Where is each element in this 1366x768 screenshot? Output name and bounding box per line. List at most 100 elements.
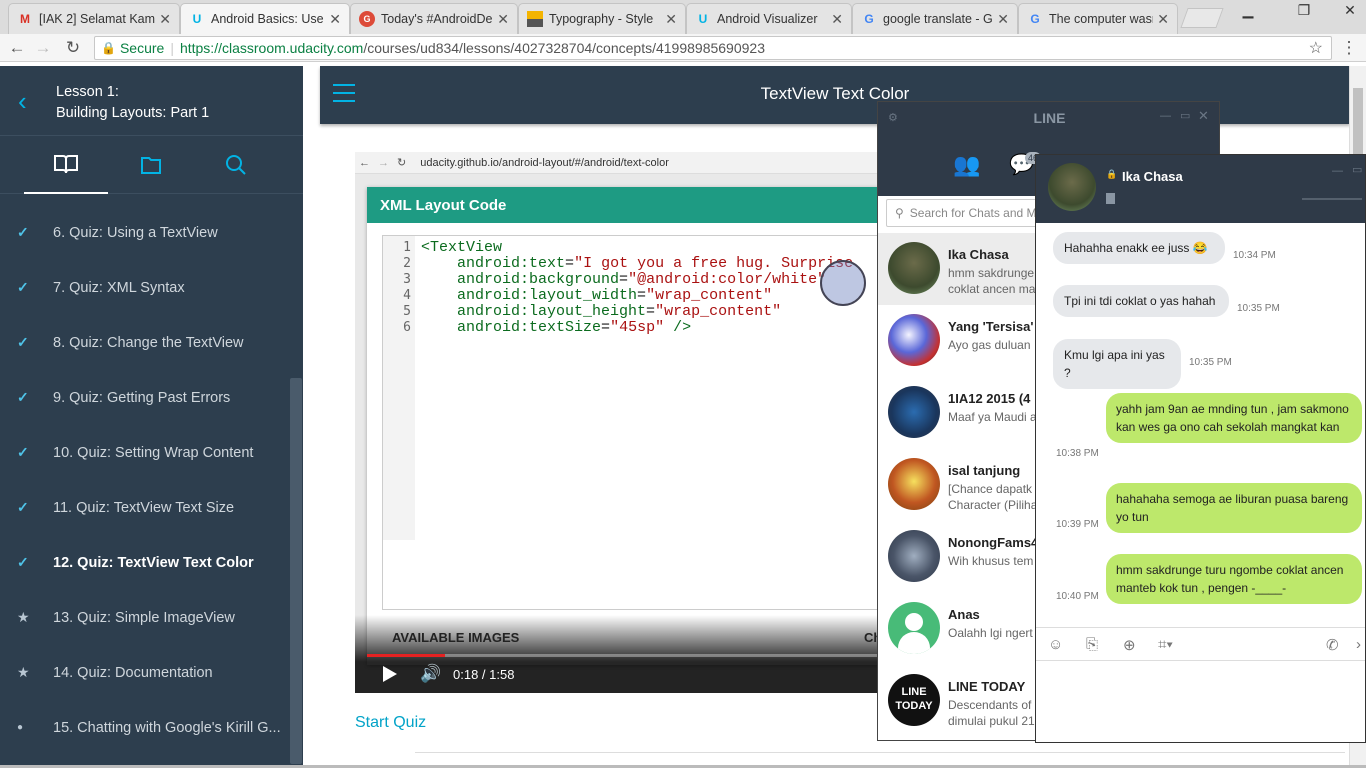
- call-icon[interactable]: ✆: [1326, 636, 1339, 654]
- avatar: [888, 530, 940, 582]
- sidebar-item-lesson[interactable]: ★ 14. Quiz: Documentation: [0, 645, 290, 700]
- more-icon[interactable]: ›: [1356, 636, 1361, 653]
- sidebar-item-lesson[interactable]: ★ 13. Quiz: Simple ImageView: [0, 590, 290, 645]
- sidebar-item-lesson[interactable]: ✓ 7. Quiz: XML Syntax: [0, 260, 290, 315]
- screenshot-icon[interactable]: ⌗▾: [1158, 636, 1173, 653]
- close-icon[interactable]: ✕: [159, 11, 171, 28]
- progress-fill: [367, 654, 446, 657]
- reload-icon[interactable]: ↻: [62, 38, 84, 58]
- bookmark-star-icon[interactable]: ☆: [1309, 38, 1323, 58]
- chat-bubble-sent: hahahaha semoga ae liburan puasa bareng …: [1106, 483, 1362, 533]
- sidebar-header: ‹ Lesson 1: Building Layouts: Part 1: [0, 66, 303, 136]
- browser-tab[interactable]: M [IAK 2] Selamat Kam ✕: [8, 3, 180, 34]
- close-icon[interactable]: ✕: [497, 11, 509, 28]
- book-icon: [54, 155, 78, 174]
- search-icon: ⚲: [895, 206, 904, 220]
- browser-tab[interactable]: G google translate - G ✕: [852, 3, 1018, 34]
- sidebar-item-lesson[interactable]: ✓ 10. Quiz: Setting Wrap Content: [0, 425, 290, 480]
- forward-icon[interactable]: →: [32, 38, 54, 58]
- restore-icon[interactable]: ❐: [1288, 0, 1320, 20]
- check-icon: ✓: [17, 389, 29, 405]
- minimize-icon[interactable]: —: [1160, 110, 1171, 122]
- star-icon: ★: [17, 664, 30, 680]
- xml-layout-panel: XML Layout Code 123456 <TextView android…: [367, 187, 880, 665]
- address-bar[interactable]: 🔒 Secure | https://classroom.udacity.com…: [94, 36, 1332, 60]
- tab-resources[interactable]: [109, 136, 193, 194]
- close-icon[interactable]: ✕: [329, 11, 341, 28]
- sidebar-item-lesson[interactable]: ✓ 6. Quiz: Using a TextView: [0, 205, 290, 260]
- avatar: [888, 386, 940, 438]
- chat-preview: Descendants of dimulai pukul 21: [948, 697, 1038, 729]
- browser-toolbar: ← → ↻ 🔒 Secure | https://classroom.udaci…: [0, 34, 1366, 62]
- play-icon[interactable]: [383, 666, 397, 682]
- back-chevron-icon[interactable]: ‹: [18, 86, 27, 117]
- chat-toolbar: ☺ ⎘ ⊕ ⌗▾ ✆ ›: [1036, 627, 1365, 661]
- back-icon[interactable]: ←: [6, 38, 28, 58]
- transparency-slider[interactable]: [1302, 198, 1362, 200]
- browser-tab[interactable]: G Today's #AndroidDe ✕: [350, 3, 518, 34]
- sidebar-item-lesson[interactable]: ✓ 11. Quiz: TextView Text Size: [0, 480, 290, 535]
- browser-tab-active[interactable]: U Android Basics: Use ✕: [180, 3, 350, 34]
- new-tab-button[interactable]: [1180, 8, 1224, 28]
- chat-name: 1IA12 2015 (4: [948, 391, 1031, 406]
- chat-bubble-received: Hahahha enakk ee juss 😂: [1053, 232, 1225, 264]
- inner-url: udacity.github.io/android-layout/#/andro…: [420, 156, 669, 169]
- close-icon[interactable]: ✕: [1198, 108, 1209, 124]
- maximize-icon[interactable]: ▭: [1352, 163, 1362, 176]
- maximize-icon[interactable]: ▭: [1180, 109, 1190, 122]
- line-number: 3: [403, 272, 411, 287]
- notes-icon[interactable]: [1106, 193, 1115, 204]
- back-icon: ←: [359, 156, 370, 169]
- dot-icon: ●: [17, 722, 24, 733]
- video-inner-browser-bar: ← → ↻ udacity.github.io/android-layout/#…: [355, 152, 880, 174]
- close-icon[interactable]: ✕: [1157, 11, 1169, 28]
- message-input[interactable]: [1036, 662, 1365, 742]
- chat-name: NonongFams4: [948, 535, 1039, 550]
- avatar: LINE TODAY: [888, 674, 940, 726]
- chat-preview: [Chance dapatk Character (Piliha: [948, 481, 1038, 513]
- gear-icon[interactable]: ⚙: [888, 111, 898, 124]
- volume-icon[interactable]: 🔊: [420, 664, 441, 684]
- avatar[interactable]: [1048, 163, 1096, 211]
- avatar: [888, 242, 940, 294]
- close-icon[interactable]: ✕: [665, 11, 677, 28]
- check-icon: ✓: [17, 279, 29, 295]
- udacity-icon: U: [698, 12, 708, 26]
- close-icon[interactable]: ✕: [997, 11, 1009, 28]
- search-placeholder: Search for Chats and M: [909, 206, 1037, 220]
- video-player[interactable]: ← → ↻ udacity.github.io/android-layout/#…: [355, 152, 881, 693]
- download-icon[interactable]: ⊕: [1123, 636, 1136, 654]
- minimize-icon[interactable]: —: [1332, 165, 1343, 177]
- emoji-icon[interactable]: ☺: [1048, 636, 1063, 653]
- window-close-icon[interactable]: ✕: [1334, 0, 1366, 20]
- chat-name: Yang 'Tersisa' :: [948, 319, 1042, 334]
- start-quiz-link[interactable]: Start Quiz: [355, 714, 426, 732]
- sidebar-item-lesson[interactable]: ✓ 12. Quiz: TextView Text Color: [0, 535, 290, 590]
- close-icon[interactable]: ✕: [831, 11, 843, 28]
- line-today-logo: LINE TODAY: [895, 686, 933, 712]
- tab-search[interactable]: [194, 136, 278, 194]
- url-path: /courses/ud834/lessons/4027328704/concep…: [363, 40, 765, 56]
- sidebar-scrollbar[interactable]: [290, 378, 302, 764]
- lesson-sidebar: ‹ Lesson 1: Building Layouts: Part 1 ✓ 6.…: [0, 66, 303, 768]
- browser-tab[interactable]: U Android Visualizer ✕: [686, 3, 852, 34]
- google-icon: G: [864, 12, 874, 26]
- sidebar-item-lesson[interactable]: ✓ 8. Quiz: Change the TextView: [0, 315, 290, 370]
- sidebar-item-lesson[interactable]: ✓ 9. Quiz: Getting Past Errors: [0, 370, 290, 425]
- attach-icon[interactable]: ⎘: [1086, 636, 1098, 653]
- line-numbers: 123456: [383, 236, 415, 540]
- tab-concepts[interactable]: [24, 136, 108, 194]
- browser-tab[interactable]: Typography - Style ✕: [518, 3, 686, 34]
- chat-name: Ika Chasa: [948, 247, 1009, 262]
- video-progress-bar[interactable]: [367, 654, 880, 657]
- chat-bubble-sent: yahh jam 9an ae mnding tun , jam sakmono…: [1106, 393, 1362, 443]
- menu-icon[interactable]: ⋮: [1338, 38, 1360, 58]
- panel-title: XML Layout Code: [367, 187, 880, 223]
- minimize-icon[interactable]: ▁: [1232, 0, 1264, 20]
- friends-icon[interactable]: 👥: [953, 152, 980, 178]
- sidebar-item-label: 12. Quiz: TextView Text Color: [53, 554, 254, 571]
- sidebar-item-lesson[interactable]: ● 15. Chatting with Google's Kirill G...: [0, 700, 290, 755]
- forward-icon: →: [378, 156, 389, 169]
- browser-tab[interactable]: G The computer wasn ✕: [1018, 3, 1178, 34]
- chat-bubble-received: Tpi ini tdi coklat o yas hahah: [1053, 285, 1229, 317]
